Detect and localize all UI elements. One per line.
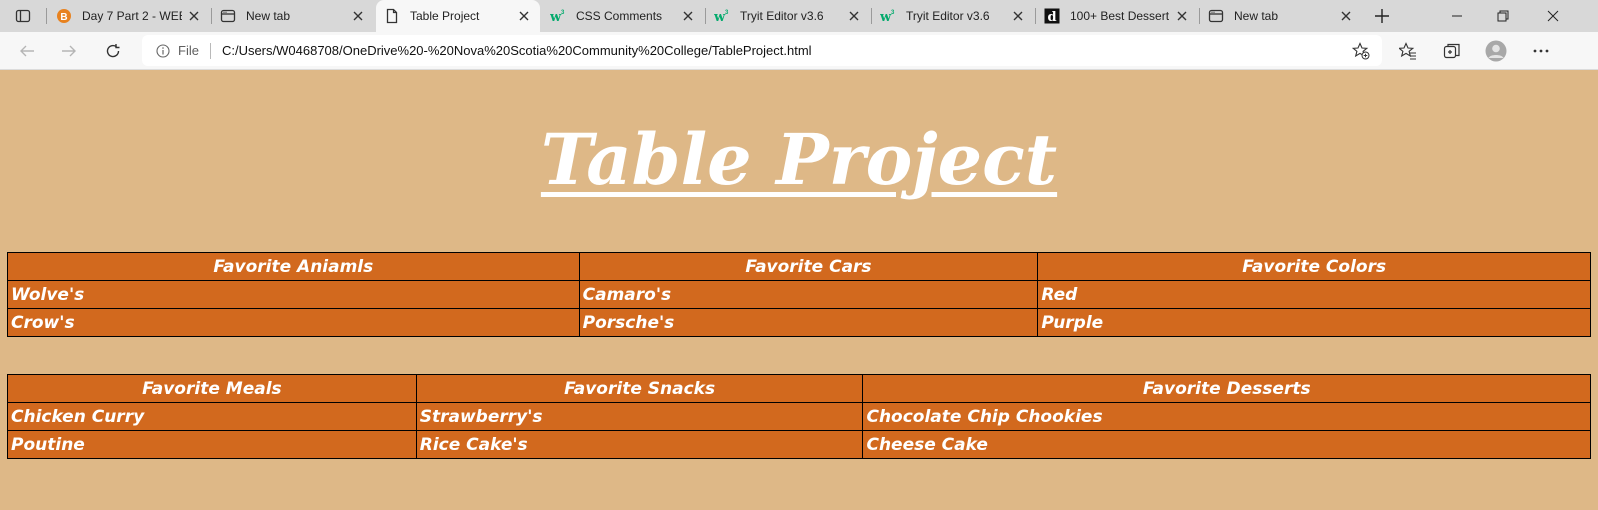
table-header: Favorite Cars — [578, 252, 1039, 281]
table-row: Chicken Curry Strawberry's Chocolate Chi… — [7, 402, 1591, 431]
tab-title: CSS Comments — [576, 9, 663, 23]
table-cell: Red — [1037, 280, 1591, 309]
tab-title: 100+ Best Dessert — [1070, 9, 1170, 23]
tab-strip: B Day 7 Part 2 - WEBD New tab Table Proj… — [0, 0, 1598, 32]
tab-actions-icon[interactable] — [6, 4, 40, 28]
address-separator — [209, 42, 211, 59]
table-cell: Crow's — [7, 308, 580, 337]
d-logo-icon: d — [1044, 8, 1060, 24]
scheme-label: File — [178, 43, 199, 58]
profile-avatar-icon[interactable] — [1481, 36, 1511, 66]
close-tab-icon[interactable] — [680, 8, 696, 24]
table-header: Favorite Colors — [1037, 252, 1591, 281]
tab-title: Tryit Editor v3.6 — [906, 9, 990, 23]
tab-6[interactable]: d 100+ Best Dessert — [1036, 0, 1198, 32]
close-tab-icon[interactable] — [186, 8, 202, 24]
w3schools-icon: w3 — [880, 8, 896, 24]
close-tab-icon[interactable] — [1174, 8, 1190, 24]
document-icon — [384, 8, 400, 24]
table-cell: Strawberry's — [415, 402, 864, 431]
newtab-page-icon — [1208, 8, 1224, 24]
table-row: Poutine Rice Cake's Cheese Cake — [7, 430, 1591, 459]
add-favorite-star-icon[interactable] — [1352, 42, 1370, 60]
browser-toolbar: File C:/Users/W0468708/OneDrive%20-%20No… — [0, 32, 1598, 70]
table-row: Wolve's Camaro's Red — [7, 280, 1591, 309]
tab-separator — [46, 8, 47, 24]
page-content: Table Project Favorite Aniamls Favorite … — [0, 70, 1598, 510]
close-tab-icon[interactable] — [1338, 8, 1354, 24]
close-tab-icon[interactable] — [350, 8, 366, 24]
w3schools-icon: w3 — [714, 8, 730, 24]
table-cell: Wolve's — [7, 280, 580, 309]
brand-orange-icon: B — [56, 8, 72, 24]
table-cell: Rice Cake's — [415, 430, 864, 459]
back-arrow-icon[interactable] — [12, 36, 42, 66]
more-menu-icon[interactable] — [1526, 36, 1556, 66]
tab-7[interactable]: New tab — [1200, 0, 1362, 32]
tab-title: New tab — [1234, 9, 1279, 23]
tab-1[interactable]: New tab — [212, 0, 374, 32]
tab-title: New tab — [246, 9, 291, 23]
table-header: Favorite Aniamls — [7, 252, 580, 281]
table-header-row: Favorite Aniamls Favorite Cars Favorite … — [7, 252, 1591, 281]
svg-text:3: 3 — [725, 10, 729, 16]
table-cell: Porsche's — [578, 308, 1039, 337]
tab-5[interactable]: w3 Tryit Editor v3.6 — [872, 0, 1034, 32]
restore-icon[interactable] — [1480, 0, 1526, 32]
table-cell: Purple — [1037, 308, 1591, 337]
table-header: Favorite Snacks — [415, 374, 864, 403]
svg-text:3: 3 — [561, 10, 565, 16]
forward-arrow-icon[interactable] — [54, 36, 84, 66]
close-tab-icon[interactable] — [516, 8, 532, 24]
svg-text:B: B — [60, 12, 67, 23]
table-cell: Chicken Curry — [7, 402, 417, 431]
tab-title: Table Project — [410, 9, 480, 23]
table-cell: Poutine — [7, 430, 417, 459]
address-bar[interactable]: File C:/Users/W0468708/OneDrive%20-%20No… — [142, 35, 1382, 66]
close-tab-icon[interactable] — [1010, 8, 1026, 24]
table-header-row: Favorite Meals Favorite Snacks Favorite … — [7, 374, 1591, 403]
tab-2-active[interactable]: Table Project — [376, 0, 540, 32]
tab-3[interactable]: w3 CSS Comments — [542, 0, 704, 32]
collections-icon[interactable] — [1437, 36, 1467, 66]
info-icon[interactable] — [156, 43, 170, 58]
table-cell: Cheese Cake — [862, 430, 1591, 459]
table-header: Favorite Meals — [7, 374, 417, 403]
svg-text:3: 3 — [891, 10, 895, 16]
page-title: Table Project — [540, 118, 1058, 201]
table-header: Favorite Desserts — [862, 374, 1591, 403]
w3schools-icon: w3 — [550, 8, 566, 24]
tab-title: Tryit Editor v3.6 — [740, 9, 824, 23]
url-text[interactable]: C:/Users/W0468708/OneDrive%20-%20Nova%20… — [222, 43, 812, 58]
close-tab-icon[interactable] — [846, 8, 862, 24]
tab-title: Day 7 Part 2 - WEBD — [82, 9, 182, 23]
table-row: Crow's Porsche's Purple — [7, 308, 1591, 337]
table-cell: Camaro's — [578, 280, 1039, 309]
new-tab-plus-icon[interactable] — [1370, 4, 1394, 28]
tab-4[interactable]: w3 Tryit Editor v3.6 — [706, 0, 870, 32]
newtab-page-icon — [220, 8, 236, 24]
favorites-table-2: Favorite Meals Favorite Snacks Favorite … — [7, 374, 1591, 459]
close-window-icon[interactable] — [1530, 0, 1576, 32]
tab-0[interactable]: B Day 7 Part 2 - WEBD — [48, 0, 210, 32]
refresh-icon[interactable] — [98, 36, 128, 66]
svg-text:d: d — [1047, 10, 1056, 24]
minimize-icon[interactable] — [1434, 0, 1480, 32]
table-cell: Chocolate Chip Chookies — [862, 402, 1591, 431]
favorites-table-1: Favorite Aniamls Favorite Cars Favorite … — [7, 252, 1591, 337]
favorites-icon[interactable] — [1393, 36, 1423, 66]
